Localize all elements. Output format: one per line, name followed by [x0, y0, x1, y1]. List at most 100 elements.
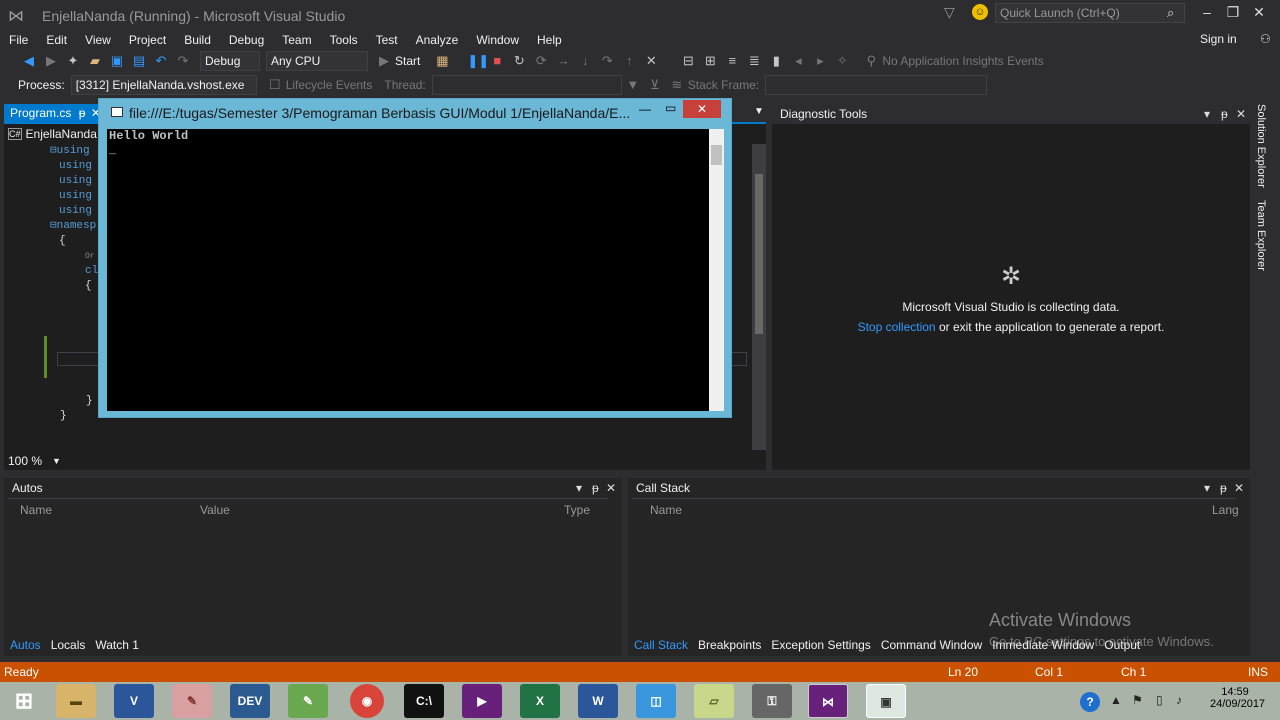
save-icon[interactable]: ▣	[109, 53, 125, 69]
clear-bookmarks-icon[interactable]: ✧	[834, 53, 850, 69]
excel-icon[interactable]: X	[520, 684, 560, 718]
stop-collection-link[interactable]: Stop collection	[858, 320, 936, 334]
pin-icon[interactable]: ᵽ	[79, 106, 86, 120]
step-out-icon[interactable]: ↑	[621, 53, 637, 69]
undo-icon[interactable]: ↶	[153, 53, 169, 69]
menu-tools[interactable]: Tools	[321, 32, 367, 48]
flag-thread-icon[interactable]: ▼	[625, 77, 641, 93]
visual-studio-icon[interactable]: ⋈	[808, 684, 848, 718]
chrome-icon[interactable]: ◉	[350, 684, 384, 718]
dropdown-icon[interactable]: ▾	[1204, 481, 1210, 495]
align-icon[interactable]: ⊟	[680, 53, 696, 69]
filter-icon[interactable]: ▽	[944, 4, 955, 21]
editor-scroll-thumb[interactable]	[755, 174, 763, 334]
sign-in-link[interactable]: Sign in	[1200, 32, 1237, 46]
console-app-icon[interactable]	[111, 107, 123, 117]
outlook-icon[interactable]: ◫	[636, 684, 676, 718]
stop-icon[interactable]: ■	[489, 53, 505, 69]
code-lines[interactable]: ⊟using using using using using ⊟namesp {…	[50, 144, 98, 294]
dropdown-icon[interactable]: ▾	[576, 481, 582, 495]
save-all-icon[interactable]: ▤	[131, 53, 147, 69]
tab-exception-settings[interactable]: Exception Settings	[771, 638, 870, 652]
tab-dropdown-icon[interactable]: ▼	[754, 106, 764, 117]
insights-label[interactable]: No Application Insights Events	[882, 54, 1043, 68]
column-lang[interactable]: Lang	[1212, 503, 1239, 517]
new-project-icon[interactable]: ✦	[65, 53, 81, 69]
forward-icon[interactable]: ▶	[43, 53, 59, 69]
dev-cpp-icon[interactable]: DEV	[230, 684, 270, 718]
console-maximize-button[interactable]: ▭	[665, 101, 676, 115]
tab-program-cs[interactable]: Program.cs ᵽ ✕	[4, 104, 107, 122]
comment-icon[interactable]: ⊞	[702, 53, 718, 69]
insights-icon[interactable]: ⚲	[863, 53, 879, 69]
column-value[interactable]: Value	[200, 503, 230, 517]
solution-explorer-tab[interactable]: Solution Explorer	[1255, 104, 1267, 188]
menu-debug[interactable]: Debug	[220, 32, 273, 48]
tab-call-stack[interactable]: Call Stack	[634, 638, 688, 652]
column-type[interactable]: Type	[564, 503, 590, 517]
visio-icon[interactable]: V	[114, 684, 154, 718]
column-name[interactable]: Name	[650, 503, 682, 517]
show-flagged-threads-icon[interactable]: ⊻	[647, 77, 663, 93]
minimize-button[interactable]: –	[1196, 4, 1218, 22]
feedback-smiley-icon[interactable]: ☺	[972, 4, 988, 20]
pin-icon[interactable]: ᵽ	[1221, 107, 1228, 121]
volume-icon[interactable]: ♪	[1176, 693, 1182, 707]
menu-file[interactable]: File	[0, 32, 37, 48]
exception-icon[interactable]: ✕	[643, 53, 659, 69]
configuration-select[interactable]: Debug	[200, 51, 260, 71]
tab-command-window[interactable]: Command Window	[881, 638, 982, 652]
console-minimize-button[interactable]: —	[639, 102, 651, 116]
pause-icon[interactable]: ❚❚	[467, 53, 489, 69]
battery-icon[interactable]: ▯	[1156, 693, 1163, 707]
project-dropdown[interactable]: EnjellaNanda	[26, 127, 97, 141]
prev-bookmark-icon[interactable]: ◂	[790, 53, 806, 69]
show-hidden-icons-icon[interactable]: ▲	[1110, 693, 1122, 707]
tab-breakpoints[interactable]: Breakpoints	[698, 638, 761, 652]
stack-frame-select[interactable]	[765, 75, 988, 95]
start-menu-icon[interactable]: ⊞	[4, 684, 44, 718]
file-explorer-icon[interactable]: ▬	[56, 684, 96, 718]
lifecycle-events-button[interactable]: Lifecycle Events	[286, 78, 373, 92]
show-next-statement-icon[interactable]: →	[555, 53, 571, 69]
thread-select[interactable]	[431, 75, 622, 95]
step-into-icon[interactable]: ↓	[577, 53, 593, 69]
notes-icon[interactable]: ▱	[694, 684, 734, 718]
menu-help[interactable]: Help	[528, 32, 571, 48]
step-over-icon[interactable]: ↷	[599, 53, 615, 69]
close-button[interactable]: ✕	[1248, 4, 1270, 22]
back-icon[interactable]: ◀	[21, 53, 37, 69]
stack-frame-icon[interactable]: ≋	[669, 77, 685, 93]
indent-icon[interactable]: ≡	[724, 53, 740, 69]
menu-window[interactable]: Window	[467, 32, 528, 48]
next-bookmark-icon[interactable]: ▸	[812, 53, 828, 69]
console-vscrollbar[interactable]	[709, 129, 724, 411]
process-select[interactable]: [3312] EnjellaNanda.vshost.exe	[70, 75, 257, 95]
help-icon[interactable]: ?	[1080, 692, 1100, 712]
editor-vscrollbar[interactable]	[752, 144, 766, 450]
outdent-icon[interactable]: ≣	[746, 53, 762, 69]
menu-team[interactable]: Team	[273, 32, 320, 48]
team-explorer-tab[interactable]: Team Explorer	[1255, 200, 1267, 271]
menu-edit[interactable]: Edit	[37, 32, 76, 48]
tab-watch-1[interactable]: Watch 1	[95, 638, 139, 652]
console-window[interactable]: file:///E:/tugas/Semester 3/Pemograman B…	[98, 98, 732, 418]
word-icon[interactable]: W	[578, 684, 618, 718]
redo-icon[interactable]: ↷	[175, 53, 191, 69]
pin-icon[interactable]: ᵽ	[592, 481, 599, 495]
clock[interactable]: 14:59 24/09/2017	[1210, 686, 1265, 710]
paint-icon[interactable]: ✎	[172, 684, 212, 718]
console-task-icon[interactable]: ▣	[866, 684, 906, 718]
notepad-plus-icon[interactable]: ✎	[288, 684, 328, 718]
security-icon[interactable]: ⚿	[752, 684, 792, 718]
tab-autos[interactable]: Autos	[10, 638, 41, 652]
zoom-level[interactable]: 100 %	[8, 454, 42, 468]
open-file-icon[interactable]: ▰	[87, 53, 103, 69]
pin-icon[interactable]: ᵽ	[1220, 481, 1227, 495]
restart-icon[interactable]: ↻	[511, 53, 527, 69]
tab-locals[interactable]: Locals	[51, 638, 86, 652]
column-name[interactable]: Name	[20, 503, 52, 517]
lifecycle-icon[interactable]: ☐	[267, 77, 283, 93]
bookmark-icon[interactable]: ▮	[768, 53, 784, 69]
console-screen[interactable]: Hello World _	[107, 129, 709, 411]
